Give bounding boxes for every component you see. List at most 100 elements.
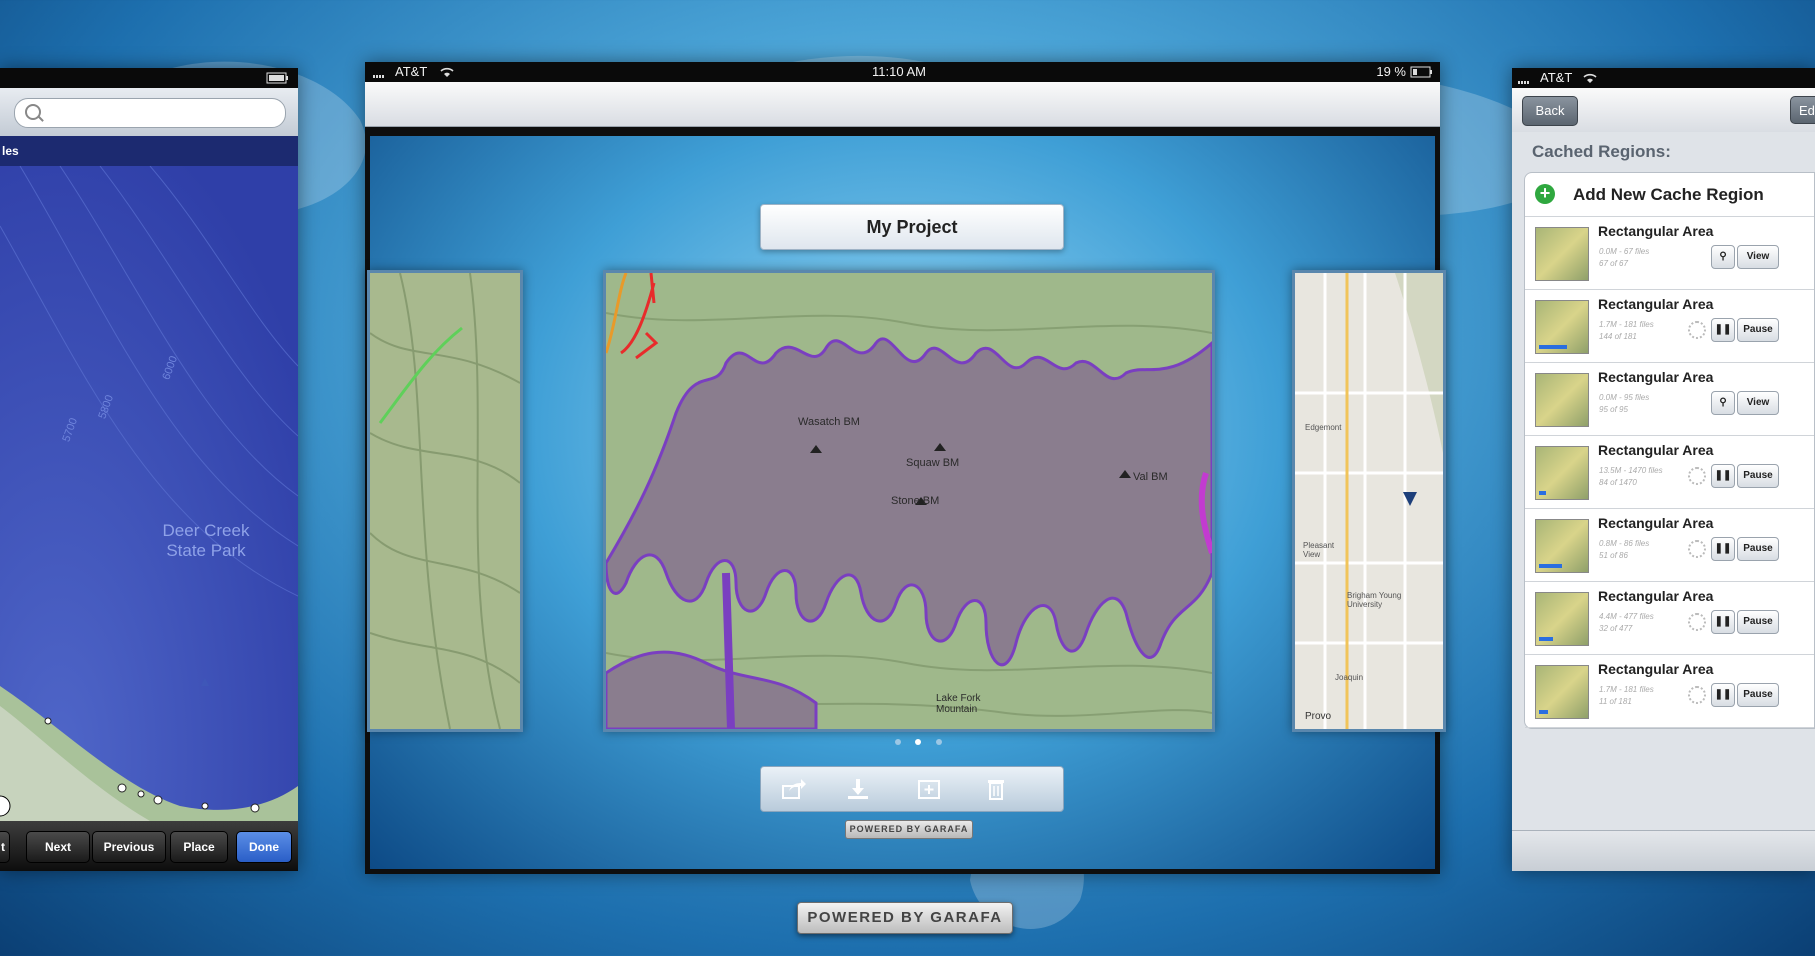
region-count: 67 of 67 (1599, 259, 1628, 268)
region-thumbnail (1535, 300, 1589, 354)
region-title: Rectangular Area (1598, 442, 1714, 458)
region-size: 0.8M - 86 files (1599, 539, 1650, 548)
spinner-icon (1688, 686, 1706, 704)
clock-label: 11:10 AM (872, 64, 926, 79)
place-button[interactable]: Place (170, 831, 228, 863)
region-row[interactable]: Rectangular Area 4.4M - 477 files 32 of 47… (1525, 582, 1814, 655)
pause-icon[interactable]: ❚❚ (1711, 683, 1735, 707)
page-indicator (890, 732, 947, 750)
right-footer-bar (1512, 830, 1815, 871)
pause-icon[interactable]: ❚❚ (1711, 610, 1735, 634)
pause-icon[interactable]: ❚❚ (1711, 537, 1735, 561)
region-row[interactable]: Rectangular Area 0.0M - 67 files 67 of 67 ⚲… (1525, 217, 1814, 290)
left-toolbar: t Next Previous Place Done (0, 821, 298, 871)
region-row[interactable]: Rectangular Area 0.0M - 95 files 95 of 95 ⚲… (1525, 363, 1814, 436)
project-thumbnail-previous[interactable] (367, 270, 523, 732)
cached-regions-view: Cached Regions: + Add New Cache Region R… (1512, 132, 1815, 871)
progress-bar (1539, 564, 1562, 568)
region-count: 51 of 86 (1599, 551, 1628, 560)
region-count: 84 of 1470 (1599, 478, 1637, 487)
region-thumbnail (1535, 665, 1589, 719)
pause-icon[interactable]: ❚❚ (1711, 318, 1735, 342)
battery-icon (266, 68, 290, 90)
region-row[interactable]: Rectangular Area 0.8M - 86 files 51 of 86 ❚… (1525, 509, 1814, 582)
pause-button[interactable]: Pause (1737, 683, 1779, 707)
region-count: 32 of 477 (1599, 624, 1633, 633)
region-thumbnail (1535, 592, 1589, 646)
right-nav-bar: Back Ed (1512, 88, 1815, 133)
wifi-icon (439, 62, 455, 84)
progress-bar (1539, 345, 1567, 349)
section-title: Cached Regions: (1532, 142, 1671, 161)
signal-icon (1518, 68, 1536, 90)
search-icon[interactable]: ⚲ (1711, 391, 1735, 415)
share-icon[interactable] (781, 777, 807, 801)
progress-bar (1539, 637, 1553, 641)
map-label-park: Deer Creek State Park (162, 521, 250, 560)
pause-button[interactable]: Pause (1737, 610, 1779, 634)
project-action-bar (760, 766, 1064, 812)
powered-by-badge: POWERED BY GARAFA (797, 902, 1013, 934)
region-row[interactable]: Rectangular Area 13.5M - 1470 files 84 of … (1525, 436, 1814, 509)
map-label-provo: Provo (1305, 711, 1332, 722)
center-status-bar: AT&T 11:10 AM 19 % (365, 62, 1440, 82)
done-button[interactable]: Done (236, 831, 292, 863)
wifi-icon (1582, 68, 1598, 90)
region-size: 0.0M - 95 files (1599, 393, 1650, 402)
map-label-val: Val BM (1133, 471, 1168, 483)
search-input[interactable] (14, 98, 286, 128)
left-search-bar (0, 88, 298, 136)
signal-icon (373, 62, 391, 84)
search-icon[interactable]: ⚲ (1711, 245, 1735, 269)
center-device-screen: AT&T 11:10 AM 19 % My Project Wasatch BM… (365, 62, 1446, 874)
pause-button[interactable]: Pause (1737, 318, 1779, 342)
region-count: 11 of 181 (1599, 697, 1632, 706)
add-cache-region-row[interactable]: + Add New Cache Region (1525, 173, 1814, 217)
right-device-screen: AT&T Back Ed Cached Regions: + Add New C… (1512, 68, 1815, 871)
pause-button[interactable]: Pause (1737, 464, 1779, 488)
add-cache-region-label: Add New Cache Region (1573, 185, 1764, 204)
region-thumbnail (1535, 519, 1589, 573)
map-label-lakefork: Lake Fork Mountain (936, 693, 981, 715)
project-thumbnail-next[interactable]: Edgemont Pleasant View Brigham Young Uni… (1292, 270, 1446, 732)
region-row[interactable]: Rectangular Area 1.7M - 181 files 144 of 1… (1525, 290, 1814, 363)
region-title: Rectangular Area (1598, 661, 1714, 677)
region-thumbnail (1535, 373, 1589, 427)
back-button[interactable]: Back (1522, 96, 1578, 126)
region-thumbnail (1535, 446, 1589, 500)
region-size: 4.4M - 477 files (1599, 612, 1654, 621)
project-title[interactable]: My Project (760, 204, 1064, 250)
spinner-icon (1688, 321, 1706, 339)
left-header-bar: les (0, 136, 298, 166)
left-status-bar (0, 68, 298, 88)
project-browser: My Project Wasatch BM Squaw BM Stone BM … (367, 136, 1446, 869)
project-thumbnail-current[interactable]: Wasatch BM Squaw BM Stone BM Val BM Lake… (603, 270, 1215, 732)
download-icon[interactable] (845, 777, 871, 801)
region-size: 1.7M - 181 files (1599, 685, 1654, 694)
left-map-view[interactable]: Deer Creek State Park 5700 5800 6000 189 (0, 166, 298, 821)
spinner-icon (1688, 613, 1706, 631)
pause-button[interactable]: Pause (1737, 537, 1779, 561)
region-row[interactable]: Rectangular Area 1.7M - 181 files 11 of 18… (1525, 655, 1814, 728)
battery-icon (1410, 62, 1434, 84)
region-count: 95 of 95 (1599, 405, 1628, 414)
first-button[interactable]: t (0, 831, 10, 863)
page-dot-active (915, 739, 922, 745)
left-device-screen: les Deer Creek State Park 5700 5800 6000… (0, 68, 298, 871)
region-title: Rectangular Area (1598, 223, 1714, 239)
map-label-squaw: Squaw BM (906, 457, 960, 469)
search-icon (25, 104, 41, 120)
pause-icon[interactable]: ❚❚ (1711, 464, 1735, 488)
spinner-icon (1688, 540, 1706, 558)
view-button[interactable]: View (1737, 391, 1779, 415)
trash-icon[interactable] (983, 777, 1009, 801)
previous-button[interactable]: Previous (92, 831, 166, 863)
next-button[interactable]: Next (26, 831, 90, 863)
region-size: 13.5M - 1470 files (1599, 466, 1663, 475)
add-page-icon[interactable] (916, 777, 942, 801)
edit-button[interactable]: Ed (1790, 96, 1815, 124)
region-count: 144 of 181 (1599, 332, 1637, 341)
view-button[interactable]: View (1737, 245, 1779, 269)
right-status-bar: AT&T (1512, 68, 1815, 88)
spinner-icon (1688, 467, 1706, 485)
